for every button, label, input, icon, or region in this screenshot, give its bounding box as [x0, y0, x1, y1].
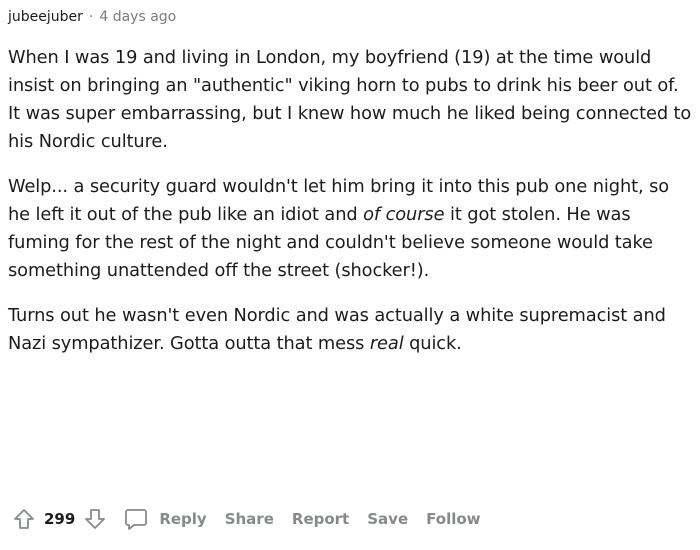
comment-action-bar: 299 Reply Share Report Save Follow	[8, 500, 481, 538]
paragraph-text: quick.	[403, 333, 462, 354]
comment-paragraph: Welp... a security guard wouldn't let hi…	[8, 173, 694, 285]
comment: jubeejuber · 4 days ago When I was 19 an…	[8, 0, 694, 530]
comment-author[interactable]: jubeejuber	[8, 9, 83, 25]
comment-paragraph: When I was 19 and living in London, my b…	[8, 44, 694, 156]
paragraph-text: When I was 19 and living in London, my b…	[8, 47, 692, 152]
meta-separator: ·	[88, 9, 94, 25]
upvote-button[interactable]	[8, 503, 40, 535]
emphasized-text: real	[369, 333, 404, 354]
comment-meta: jubeejuber · 4 days ago	[8, 0, 694, 34]
follow-button[interactable]: Follow	[426, 510, 480, 528]
arrow-up-icon	[13, 508, 35, 530]
reply-label: Reply	[159, 510, 207, 528]
emphasized-text: of course	[363, 204, 445, 225]
downvote-button[interactable]	[79, 503, 111, 535]
comment-paragraph: Turns out he wasn't even Nordic and was …	[8, 302, 694, 358]
reply-button[interactable]: Reply	[121, 504, 207, 534]
paragraph-text: Turns out he wasn't even Nordic and was …	[8, 305, 666, 354]
share-button[interactable]: Share	[225, 510, 274, 528]
save-button[interactable]: Save	[367, 510, 408, 528]
comment-timestamp[interactable]: 4 days ago	[99, 9, 176, 25]
comment-body: When I was 19 and living in London, my b…	[8, 44, 694, 358]
vote-score: 299	[44, 510, 76, 528]
speech-bubble-icon	[121, 504, 151, 534]
share-label: Share	[224, 510, 274, 528]
report-button[interactable]: Report	[292, 510, 349, 528]
save-label: Save	[367, 510, 409, 528]
report-label: Report	[291, 510, 350, 528]
follow-label: Follow	[426, 510, 481, 528]
arrow-down-icon	[84, 508, 106, 530]
